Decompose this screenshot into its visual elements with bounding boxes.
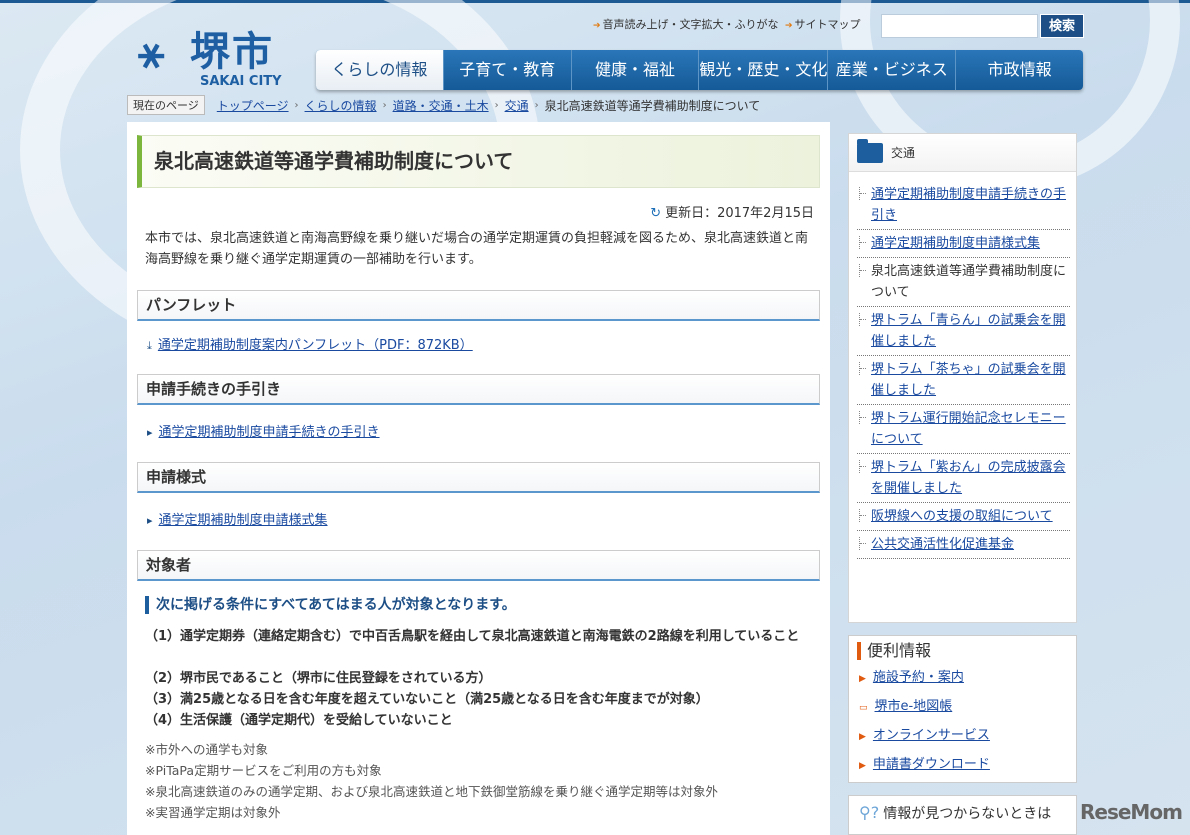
category-title: 交通 xyxy=(891,146,916,160)
note-item: ※実習通学定期は対象外 xyxy=(145,805,281,820)
menu-link[interactable]: 堺トラム「茶ちゃ」の試乗会を開催しました xyxy=(871,362,1066,398)
nav-kosodate[interactable]: 子育て・教育 xyxy=(442,50,571,90)
useful-item: ▶ 施設予約・案内 xyxy=(849,668,1076,689)
section-heading: パンフレット xyxy=(137,290,820,321)
category-menu: 交通 通学定期補助制度申請手続きの手引き 通学定期補助制度申請様式集 泉北高速鉄… xyxy=(848,133,1077,623)
resemom-watermark: ReseMom xyxy=(1080,800,1183,824)
breadcrumb-link[interactable]: 交通 xyxy=(505,97,529,114)
breadcrumb-link[interactable]: トップページ xyxy=(217,97,289,114)
logo-text: 堺市 xyxy=(190,29,274,75)
magnifier-question-icon: ⚲? xyxy=(859,803,880,822)
nav-kenko[interactable]: 健康・福祉 xyxy=(570,50,699,90)
useful-link[interactable]: オンラインサービス xyxy=(873,728,990,743)
section-heading: 申請手続きの手引き xyxy=(137,374,820,405)
menu-item[interactable]: 阪堺線への支援の取組について xyxy=(857,503,1070,531)
section-heading: 申請様式 xyxy=(137,462,820,493)
useful-item: ▭ 堺市e-地図帳 xyxy=(849,697,1076,718)
forms-link-row: ▸ 通学定期補助制度申請様式集 xyxy=(147,509,328,528)
breadcrumb-label: 現在のページ xyxy=(127,95,205,115)
category-header: 交通 xyxy=(849,134,1076,172)
useful-link[interactable]: 施設予約・案内 xyxy=(873,670,964,685)
nav-shisei[interactable]: 市政情報 xyxy=(955,50,1083,90)
section-heading: 対象者 xyxy=(137,550,820,581)
menu-link[interactable]: 堺トラム「青らん」の試乗会を開催しました xyxy=(871,313,1066,349)
guide-link[interactable]: 通学定期補助制度申請手続きの手引き xyxy=(159,425,380,440)
menu-link[interactable]: 阪堺線への支援の取組について xyxy=(871,509,1053,524)
menu-item[interactable]: 通学定期補助制度申請様式集 xyxy=(857,230,1070,258)
breadcrumb-current: 泉北高速鉄道等通学費補助制度について xyxy=(544,98,761,113)
note-item: ※PiTaPa定期サービスをご利用の方も対象 xyxy=(145,763,382,778)
sitemap-link[interactable]: サイトマップ xyxy=(785,16,861,32)
condition-item: （1）通学定期券（連絡定期含む）で中百舌鳥駅を経由して泉北高速鉄道と南海電鉄の2… xyxy=(145,629,800,644)
useful-info-box: 便利情報 ▶ 施設予約・案内 ▭ 堺市e-地図帳 ▶ オンラインサービス ▶ 申請書ダウ… xyxy=(848,635,1077,783)
condition-item: （3）満25歳となる日を含む年度を超えていないこと（満25歳となる日を含む年度ま… xyxy=(145,692,709,707)
menu-link[interactable]: 公共交通活性化促進基金 xyxy=(871,537,1014,552)
accessibility-link[interactable]: 音声読み上げ・文字拡大・ふりがな xyxy=(593,16,779,32)
menu-item[interactable]: 公共交通活性化促進基金 xyxy=(857,531,1070,559)
menu-item-current: 泉北高速鉄道等通学費補助制度について xyxy=(857,258,1070,307)
refresh-icon: ↻ xyxy=(650,206,662,221)
useful-item: ▶ 申請書ダウンロード xyxy=(849,755,1076,776)
search-input[interactable] xyxy=(881,14,1038,38)
menu-item[interactable]: 堺トラム「茶ちゃ」の試乗会を開催しました xyxy=(857,356,1070,405)
not-found-text: 情報が見つからないときは xyxy=(883,806,1052,822)
arrow-icon: ▶ xyxy=(859,674,866,684)
download-icon: ⤓ xyxy=(147,339,152,352)
arrow-icon: ▶ xyxy=(859,732,866,742)
breadcrumb-link[interactable]: くらしの情報 xyxy=(305,97,377,114)
menu-link[interactable]: 堺トラム「紫おん」の完成披露会を開催しました xyxy=(871,460,1066,496)
logo-en: SAKAI CITY xyxy=(200,74,282,89)
nav-sangyo[interactable]: 産業・ビジネス xyxy=(827,50,955,90)
breadcrumb: 現在のページ トップページ › くらしの情報 › 道路・交通・土木 › 交通 › 泉北高… xyxy=(127,95,760,115)
menu-item[interactable]: 堺トラム「青らん」の試乗会を開催しました xyxy=(857,307,1070,356)
arrow-icon: ▶ xyxy=(859,761,866,771)
pamphlet-pdf-link[interactable]: 通学定期補助制度案内パンフレット（PDF：872KB） xyxy=(158,338,473,353)
sakai-city-logo[interactable]: ⚹ 堺市 SAKAI CITY xyxy=(138,28,298,90)
note-item: ※泉北高速鉄道のみの通学定期、および泉北高速鉄道と地下鉄御堂筋線を乗り継ぐ通学定… xyxy=(145,784,718,799)
window-icon: ▭ xyxy=(859,703,868,713)
update-date: ↻ 更新日：2017年2月15日 xyxy=(650,202,814,221)
arrow-icon: ▸ xyxy=(147,514,153,527)
guide-link-row: ▸ 通学定期補助制度申請手続きの手引き xyxy=(147,421,380,440)
search-button[interactable]: 検索 xyxy=(1040,14,1084,38)
nav-kurashi[interactable]: くらしの情報 xyxy=(316,50,443,90)
not-found-help[interactable]: ⚲? 情報が見つからないときは xyxy=(848,795,1077,835)
forms-link[interactable]: 通学定期補助制度申請様式集 xyxy=(159,513,328,528)
target-subheading: 次に掲げる条件にすべてあてはまる人が対象となります。 xyxy=(145,596,516,614)
logo-mark-icon: ⚹ xyxy=(138,27,165,78)
condition-item: （2）堺市民であること（堺市に住民登録をされている方） xyxy=(145,671,492,686)
folder-icon xyxy=(857,138,883,163)
menu-link[interactable]: 堺トラム運行開始記念セレモニーについて xyxy=(871,411,1066,447)
arrow-icon: ▸ xyxy=(147,426,153,439)
menu-item[interactable]: 堺トラム運行開始記念セレモニーについて xyxy=(857,405,1070,454)
note-item: ※市外への通学も対象 xyxy=(145,742,268,757)
menu-item[interactable]: 堺トラム「紫おん」の完成披露会を開催しました xyxy=(857,454,1070,503)
page-title: 泉北高速鉄道等通学費補助制度について xyxy=(137,135,820,188)
menu-link[interactable]: 通学定期補助制度申請様式集 xyxy=(871,236,1040,251)
menu-current-text: 泉北高速鉄道等通学費補助制度について xyxy=(871,264,1067,300)
nav-kanko[interactable]: 観光・歴史・文化 xyxy=(698,50,827,90)
menu-link[interactable]: 通学定期補助制度申請手続きの手引き xyxy=(871,187,1066,223)
update-date-text: 更新日：2017年2月15日 xyxy=(665,206,814,221)
menu-item[interactable]: 通学定期補助制度申請手続きの手引き xyxy=(857,181,1070,230)
breadcrumb-link[interactable]: 道路・交通・土木 xyxy=(393,97,489,114)
useful-info-title: 便利情報 xyxy=(857,642,1076,660)
useful-item: ▶ オンラインサービス xyxy=(849,726,1076,747)
pamphlet-link-row: ⤓ 通学定期補助制度案内パンフレット（PDF：872KB） xyxy=(147,334,473,353)
useful-link[interactable]: 申請書ダウンロード xyxy=(873,757,990,772)
main-content: 泉北高速鉄道等通学費補助制度について ↻ 更新日：2017年2月15日 本市では、… xyxy=(127,122,830,835)
useful-link[interactable]: 堺市e-地図帳 xyxy=(875,699,953,714)
global-nav: くらしの情報 子育て・教育 健康・福祉 観光・歴史・文化 産業・ビジネス 市政情… xyxy=(316,50,1083,90)
intro-text: 本市では、泉北高速鉄道と南海高野線を乗り継いだ場合の通学定期運賃の負担軽減を図る… xyxy=(145,231,809,267)
condition-item: （4）生活保護（通学定期代）を受給していないこと xyxy=(145,713,453,728)
